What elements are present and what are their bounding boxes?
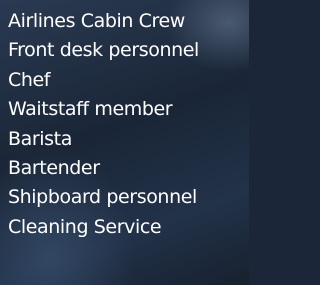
job-item-waitstaff-member[interactable]: Waitstaff member bbox=[0, 95, 249, 124]
job-item-airlines-cabin-crew[interactable]: Airlines Cabin Crew bbox=[0, 7, 249, 36]
job-item-shipboard-personnel[interactable]: Shipboard personnel bbox=[0, 183, 249, 212]
job-item-bartender[interactable]: Bartender bbox=[0, 154, 249, 183]
job-category-list: Airlines Cabin Crew Front desk personnel… bbox=[0, 0, 249, 242]
job-item-barista[interactable]: Barista bbox=[0, 125, 249, 154]
job-item-front-desk-personnel[interactable]: Front desk personnel bbox=[0, 36, 249, 65]
job-item-chef[interactable]: Chef bbox=[0, 66, 249, 95]
job-item-cleaning-service[interactable]: Cleaning Service bbox=[0, 213, 249, 242]
